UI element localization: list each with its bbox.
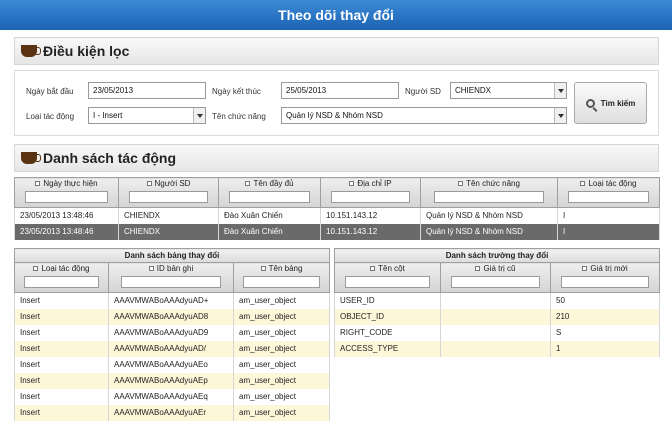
- column-filter-input[interactable]: [451, 276, 540, 288]
- table-row[interactable]: 23/05/2013 13:48:46 CHIENDX Đào Xuân Chiến…: [14, 207, 660, 224]
- column-filter-input[interactable]: [24, 191, 109, 203]
- column-filter-input[interactable]: [24, 276, 99, 288]
- table-row[interactable]: Insert AAAVMWABoAAAdyuAEp am_user_object: [14, 372, 331, 389]
- column-header[interactable]: Giá trị mới: [549, 262, 661, 293]
- end-date-input[interactable]: 25/05/2013: [281, 82, 399, 99]
- chevron-down-icon[interactable]: [193, 108, 205, 123]
- actions-table: Ngày thực hiện Người SD Tên đầy đủ Địa c…: [14, 177, 660, 240]
- sort-icon[interactable]: [245, 181, 251, 187]
- sort-icon[interactable]: [260, 266, 266, 272]
- column-filter-input[interactable]: [228, 191, 311, 203]
- table-row[interactable]: Insert AAAVMWABoAAAdyuAEo am_user_object: [14, 356, 331, 373]
- table-row[interactable]: Insert AAAVMWABoAAAdyuAD/am_user_object: [14, 340, 331, 357]
- sort-icon[interactable]: [148, 266, 154, 272]
- changed-tables-caption: Danh sách bảng thay đổi: [13, 248, 331, 263]
- search-icon: [585, 98, 595, 108]
- column-filter-input[interactable]: [120, 276, 222, 288]
- user-label: Người SD: [405, 87, 441, 96]
- changed-tables-grid: Danh sách bảng thay đổi Loại tác động ID…: [13, 248, 331, 421]
- table-row[interactable]: Insert AAAVMWABoAAAdyuAD8 am_user_object: [14, 308, 331, 325]
- action-type-label: Loại tác động: [26, 112, 75, 121]
- sort-icon[interactable]: [349, 181, 355, 187]
- chevron-down-icon[interactable]: [554, 108, 566, 123]
- column-header[interactable]: Ngày thực hiện: [14, 177, 119, 208]
- column-filter-input[interactable]: [243, 276, 320, 288]
- sort-icon[interactable]: [35, 181, 41, 187]
- chevron-down-icon[interactable]: [554, 83, 566, 98]
- table-row[interactable]: Insert AAAVMWABoAAAdyuAD9 am_user_object: [14, 324, 331, 341]
- user-select[interactable]: CHIENDX: [450, 82, 567, 99]
- actions-heading: Danh sách tác động: [43, 150, 177, 166]
- start-date-label: Ngày bắt đầu: [26, 87, 74, 96]
- table-row[interactable]: Insert AAAVMWABoAAAdyuAEq am_user_object: [14, 388, 331, 405]
- start-date-input[interactable]: 23/05/2013: [88, 82, 206, 99]
- changed-fields-grid: Danh sách trường thay đổi Tên cột Giá tr…: [333, 248, 661, 357]
- column-header[interactable]: Loại tác động: [14, 262, 109, 293]
- end-date-label: Ngày kết thúc: [212, 87, 261, 96]
- table-row[interactable]: Insert AAAVMWABoAAAdyuAEr am_user_object: [14, 404, 331, 421]
- table-row[interactable]: ACCESS_TYPE 1: [334, 340, 661, 357]
- table-row[interactable]: USER_ID 50: [334, 292, 661, 309]
- column-filter-input[interactable]: [561, 276, 649, 288]
- function-select-value: Quản lý NSD & Nhóm NSD: [286, 111, 383, 120]
- app-title-bar: Theo dõi thay đổi: [0, 0, 672, 30]
- sort-icon[interactable]: [475, 266, 481, 272]
- sort-icon[interactable]: [370, 266, 376, 272]
- column-filter-input[interactable]: [330, 191, 411, 203]
- table-row[interactable]: RIGHT_CODE S: [334, 324, 661, 341]
- column-filter-input[interactable]: [345, 276, 430, 288]
- table-row-selected[interactable]: 23/05/2013 13:48:46 CHIENDX Đào Xuân Chiến…: [14, 223, 660, 240]
- search-button-label: Tìm kiếm: [600, 98, 636, 108]
- column-header[interactable]: ID bản ghi: [108, 262, 234, 293]
- filter-section-header: Điều kiện lọc: [14, 37, 659, 65]
- filter-heading: Điều kiện lọc: [43, 43, 130, 59]
- app-title: Theo dõi thay đổi: [278, 7, 394, 23]
- sort-icon[interactable]: [146, 181, 152, 187]
- action-type-select[interactable]: I - Insert: [88, 107, 206, 124]
- column-filter-input[interactable]: [567, 191, 650, 203]
- sort-icon[interactable]: [582, 266, 588, 272]
- column-filter-input[interactable]: [433, 191, 545, 203]
- column-header[interactable]: Địa chỉ IP: [320, 177, 421, 208]
- search-button[interactable]: Tìm kiếm: [574, 82, 647, 124]
- column-filter-input[interactable]: [128, 191, 209, 203]
- column-header[interactable]: Giá trị cũ: [440, 262, 551, 293]
- column-header[interactable]: Tên cột: [334, 262, 441, 293]
- sort-icon[interactable]: [33, 266, 39, 272]
- actions-section-header: Danh sách tác động: [14, 144, 659, 172]
- action-type-select-value: I - Insert: [93, 111, 123, 120]
- column-header[interactable]: Người SD: [118, 177, 219, 208]
- changed-fields-caption: Danh sách trường thay đổi: [333, 248, 661, 263]
- table-row[interactable]: Insert AAAVMWABoAAAdyuAD+ am_user_object: [14, 292, 331, 309]
- sort-icon[interactable]: [458, 181, 464, 187]
- column-header[interactable]: Tên chức năng: [420, 177, 558, 208]
- column-header[interactable]: Tên đầy đủ: [218, 177, 321, 208]
- user-select-value: CHIENDX: [455, 86, 492, 95]
- column-header[interactable]: Loại tác động: [557, 177, 660, 208]
- column-header[interactable]: Tên bảng: [232, 262, 331, 293]
- filter-panel: [14, 70, 659, 136]
- sort-icon[interactable]: [580, 181, 586, 187]
- coffee-cup-icon: [21, 152, 41, 164]
- coffee-cup-icon: [21, 45, 41, 57]
- function-select[interactable]: Quản lý NSD & Nhóm NSD: [281, 107, 567, 124]
- table-row[interactable]: OBJECT_ID 210: [334, 308, 661, 325]
- function-label: Tên chức năng: [212, 112, 266, 121]
